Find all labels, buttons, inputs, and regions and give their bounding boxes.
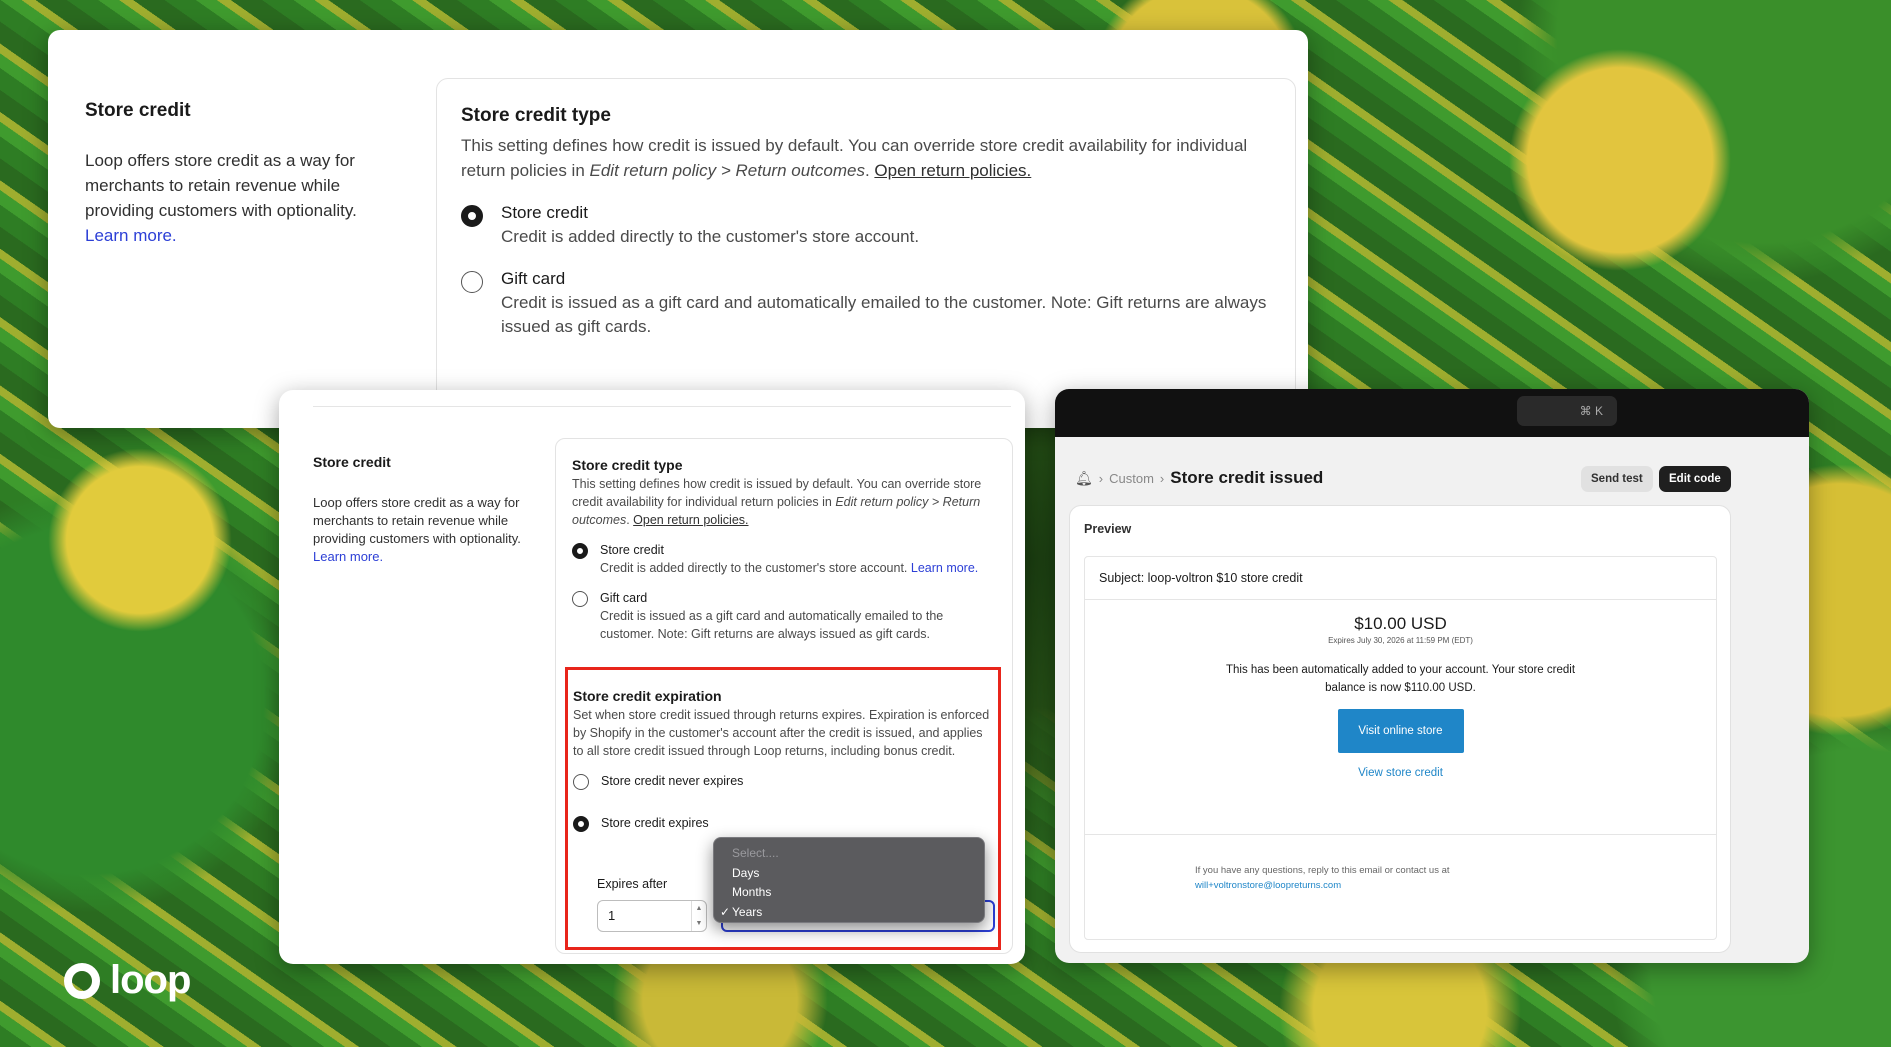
option-title: Store credit [600,543,664,557]
learn-more-link[interactable]: Learn more. [313,549,383,564]
expires-after-value: 1 [608,908,616,923]
breadcrumb-sep: › [1098,470,1104,486]
radio-unselected-icon[interactable] [572,591,588,607]
loop-logo-text: loop [110,958,191,1002]
expiration-unit-dropdown[interactable]: Select.... Days Months ✓ Years [713,837,985,923]
store-credit-expiration-section: Store credit expiration Set when store c… [573,688,993,832]
card-description: This setting defines how credit is issue… [461,133,1271,183]
dropdown-option-years[interactable]: ✓ Years [714,903,984,923]
bell-icon[interactable]: 🔔︎ [1075,470,1093,487]
view-store-credit-link[interactable]: View store credit [1085,767,1716,779]
contact-email-link[interactable]: will+voltronstore@loopreturns.com [1195,878,1716,893]
email-subject: Subject: loop-voltron $10 store credit [1085,557,1716,600]
window-titlebar: ⌘ K [1055,389,1809,437]
breadcrumb: 🔔︎ › Custom › Store credit issued [1075,468,1323,488]
dropdown-option-months[interactable]: Months [714,883,984,903]
expires-after-label: Expires after [597,877,668,891]
section-text: Loop offers store credit as a way for me… [313,495,521,546]
learn-more-link[interactable]: Learn more. [85,226,177,245]
command-k-shortcut[interactable]: ⌘ K [1517,396,1617,426]
breadcrumb-item-customers[interactable]: Custom [1109,471,1154,486]
radio-selected-icon[interactable] [461,205,483,227]
credit-amount: $10.00 USD [1354,614,1447,633]
visit-online-store-button[interactable]: Visit online store [1337,709,1464,753]
option-never-expires[interactable]: Store credit never expires [573,772,993,790]
section-description: Loop offers store credit as a way for me… [85,148,385,248]
email-body: Subject: loop-voltron $10 store credit $… [1084,556,1717,940]
store-credit-settings-large: Store credit Loop offers store credit as… [48,30,1308,428]
section-title: Store credit [85,100,191,121]
footer-text: If you have any questions, reply to this… [1195,865,1450,876]
option-gift-card[interactable]: Gift card Credit is issued as a gift card… [572,589,996,643]
option-label: Store credit expires [601,816,709,830]
breadcrumb-sep: › [1159,470,1165,486]
preview-label: Preview [1084,522,1132,536]
dropdown-option-days[interactable]: Days [714,864,984,884]
section-title: Store credit [313,454,391,470]
email-preview-window: ⌘ K 🔔︎ › Custom › Store credit issued Se… [1055,389,1809,963]
learn-more-link[interactable]: Learn more. [911,561,978,575]
page-title: Store credit issued [1170,468,1324,487]
checkmark-icon: ✓ [720,904,731,919]
email-footer: If you have any questions, reply to this… [1085,834,1716,893]
desc-path: Edit return policy > Return outcomes [589,161,865,180]
dropdown-placeholder: Select.... [732,846,779,860]
desc-sep: . [864,161,875,180]
dropdown-option-label: Years [732,904,763,919]
radio-selected-icon[interactable] [573,816,589,832]
option-description: Credit is issued as a gift card and auto… [501,293,1267,336]
section-text: Loop offers store credit as a way for me… [85,151,357,220]
send-test-button[interactable]: Send test [1581,466,1653,492]
option-store-credit[interactable]: Store credit Credit is added directly to … [572,541,996,577]
credit-expiry: Expires July 30, 2026 at 11:59 PM (EDT) [1328,636,1473,645]
edit-code-button[interactable]: Edit code [1659,466,1731,492]
store-credit-intro: Store credit Loop offers store credit as… [313,454,533,566]
credit-message: This has been automatically added to you… [1225,664,1576,694]
store-credit-settings-expiration: Store credit Loop offers store credit as… [279,390,1025,964]
card-title: Store credit type [461,105,611,126]
option-gift-card[interactable]: Gift card Credit is issued as a gift card… [461,267,1271,339]
card-title: Store credit type [572,457,683,473]
stepper-icon[interactable]: ▲ ▼ [691,901,706,931]
option-description: Credit is added directly to the customer… [501,227,920,246]
loop-logo-icon [64,962,100,999]
option-expires[interactable]: Store credit expires [573,814,993,832]
radio-selected-icon[interactable] [572,543,588,559]
loop-logo: loop [64,958,191,1003]
option-title: Store credit [501,203,588,222]
option-text: Credit is added directly to the customer… [600,561,911,575]
option-title: Gift card [501,269,566,288]
store-credit-intro: Store credit Loop offers store credit as… [85,100,385,248]
option-description: Credit is added directly to the customer… [600,559,978,577]
card-description: This setting defines how credit is issue… [572,475,996,529]
expires-after-input[interactable]: 1 ▲ ▼ [597,900,707,932]
option-description: Credit is issued as a gift card and auto… [600,609,944,641]
option-store-credit[interactable]: Store credit Credit is added directly to … [461,201,1271,249]
radio-unselected-icon[interactable] [573,774,589,790]
open-return-policies-link[interactable]: Open return policies. [874,161,1031,180]
option-title: Gift card [600,591,648,605]
store-credit-type-card: Store credit type This setting defines h… [436,78,1296,428]
preview-card: Preview Subject: loop-voltron $10 store … [1069,505,1731,953]
divider [313,406,1011,407]
open-return-policies-link[interactable]: Open return policies. [633,513,748,527]
radio-unselected-icon[interactable] [461,271,483,293]
expiration-description: Set when store credit issued through ret… [573,708,990,758]
option-label: Store credit never expires [601,774,744,788]
expiration-title: Store credit expiration [573,688,722,704]
section-description: Loop offers store credit as a way for me… [313,494,533,566]
